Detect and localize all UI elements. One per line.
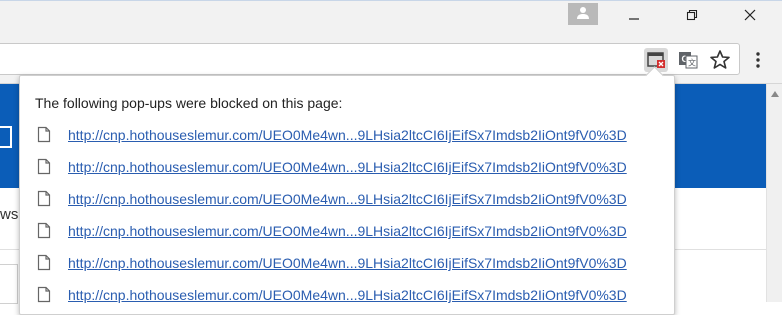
list-item: http://cnp.hothouseslemur.com/UEO0Me4wn.… (37, 156, 662, 180)
page-checkbox[interactable] (0, 126, 12, 148)
list-item: http://cnp.hothouseslemur.com/UEO0Me4wn.… (37, 188, 662, 212)
document-icon (37, 286, 51, 303)
minimize-button[interactable] (622, 9, 646, 29)
restore-button[interactable] (680, 9, 704, 29)
blocked-popup-link[interactable]: http://cnp.hothouseslemur.com/UEO0Me4wn.… (68, 255, 627, 271)
browser-menu-button[interactable] (752, 50, 764, 70)
translate-icon: G 文 (679, 52, 698, 69)
minimize-icon (629, 18, 639, 20)
bubble-message: The following pop-ups were blocked on th… (35, 95, 343, 111)
document-icon (37, 126, 51, 143)
page-box-fragment (0, 264, 18, 304)
blocked-popup-link[interactable]: http://cnp.hothouseslemur.com/UEO0Me4wn.… (68, 127, 627, 143)
page-text-fragment: ws (0, 206, 19, 223)
svg-text:文: 文 (688, 58, 696, 68)
document-icon (37, 158, 51, 175)
address-bar[interactable] (0, 43, 740, 75)
list-item: http://cnp.hothouseslemur.com/UEO0Me4wn.… (37, 252, 662, 276)
blocked-popup-link[interactable]: http://cnp.hothouseslemur.com/UEO0Me4wn.… (68, 159, 627, 175)
blocked-popup-link[interactable]: http://cnp.hothouseslemur.com/UEO0Me4wn.… (68, 223, 627, 239)
title-bar (0, 0, 782, 38)
blocked-popup-link[interactable]: http://cnp.hothouseslemur.com/UEO0Me4wn.… (68, 191, 627, 207)
restore-icon (686, 9, 698, 21)
bookmark-star-icon (710, 50, 730, 69)
popup-blocked-bubble: The following pop-ups were blocked on th… (19, 66, 675, 315)
document-icon (37, 190, 51, 207)
blocked-popup-link[interactable]: http://cnp.hothouseslemur.com/UEO0Me4wn.… (68, 287, 627, 303)
document-icon (37, 254, 51, 271)
list-item: http://cnp.hothouseslemur.com/UEO0Me4wn.… (37, 124, 662, 148)
close-window-button[interactable] (738, 9, 762, 29)
scroll-up-arrow-icon[interactable] (770, 90, 780, 98)
list-item: http://cnp.hothouseslemur.com/UEO0Me4wn.… (37, 284, 662, 308)
vertical-scrollbar[interactable] (766, 84, 782, 302)
translate-button[interactable]: G 文 (676, 48, 700, 72)
list-item: http://cnp.hothouseslemur.com/UEO0Me4wn.… (37, 220, 662, 244)
document-icon (37, 222, 51, 239)
close-icon (744, 9, 756, 21)
menu-kebab-icon (756, 52, 760, 68)
person-icon (577, 7, 589, 19)
profile-avatar[interactable] (568, 3, 598, 25)
bookmark-button[interactable] (708, 48, 732, 72)
